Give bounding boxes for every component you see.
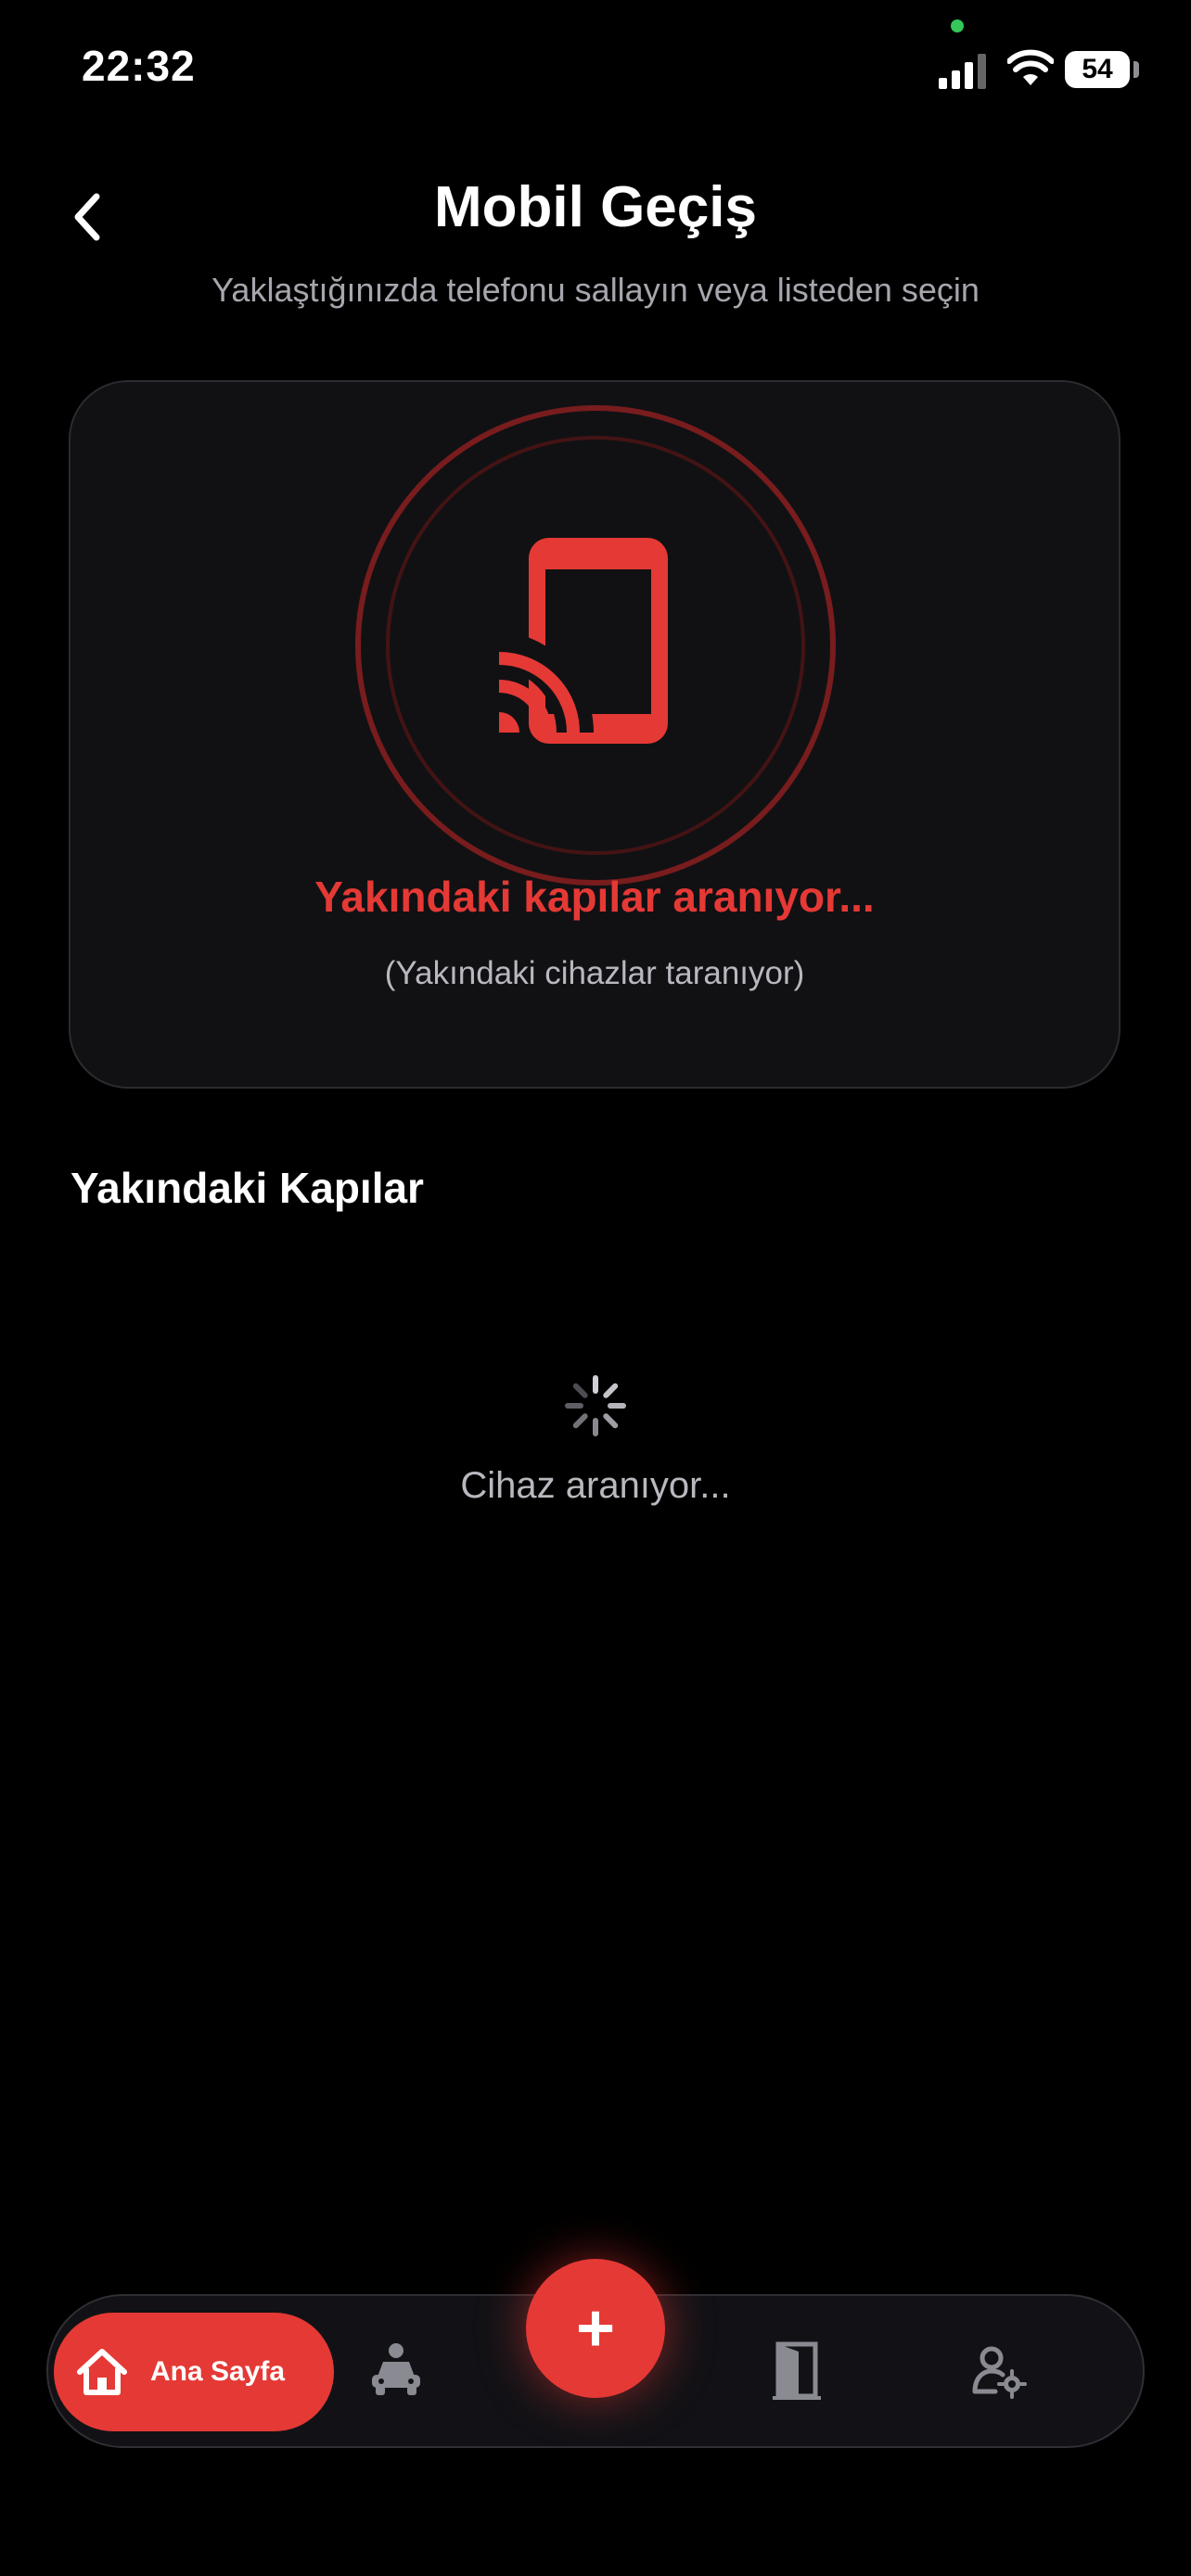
scan-hint-text: (Yakındaki cihazlar taranıyor) — [384, 955, 805, 991]
add-icon: + — [575, 2291, 616, 2366]
loading-text: Cihaz aranıyor... — [460, 1465, 731, 1506]
loading-spinner-icon — [565, 1375, 626, 1436]
scan-status-text: Yakındaki kapılar aranıyor... — [314, 873, 875, 921]
nearby-doors-title: Yakındaki Kapılar — [70, 1164, 424, 1212]
user-settings-icon — [972, 2346, 1027, 2399]
wifi-icon — [1007, 49, 1054, 85]
vehicle-icon — [372, 2343, 420, 2395]
door-icon — [773, 2341, 821, 2400]
home-icon — [77, 2349, 127, 2395]
page-subtitle: Yaklaştığınızda telefonu sallayın veya l… — [211, 271, 980, 309]
phone-nfc-icon — [491, 538, 668, 744]
nav-home-label: Ana Sayfa — [150, 2356, 286, 2387]
camera-indicator-dot — [951, 19, 964, 32]
cellular-signal-icon — [939, 54, 986, 89]
battery-indicator: 54 — [1065, 51, 1130, 88]
nav-home-button[interactable]: Ana Sayfa — [54, 2313, 334, 2431]
nav-door-button[interactable] — [755, 2329, 839, 2413]
status-time: 22:32 — [82, 42, 196, 90]
nav-vehicle-button[interactable] — [354, 2329, 438, 2413]
battery-cap — [1133, 61, 1139, 78]
add-button[interactable]: + — [526, 2259, 665, 2398]
nav-user-settings-button[interactable] — [957, 2329, 1041, 2413]
page-title: Mobil Geçiş — [434, 175, 757, 239]
